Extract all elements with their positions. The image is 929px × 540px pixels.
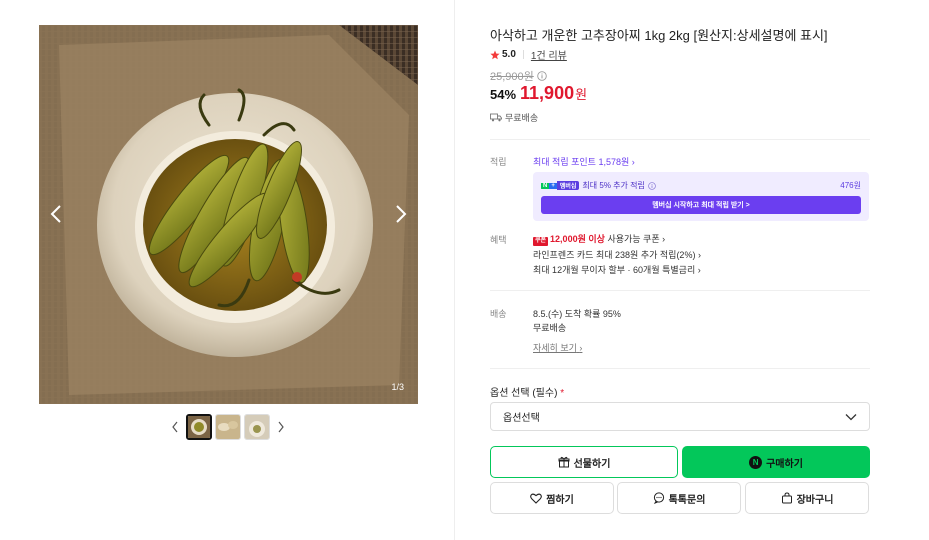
gift-button[interactable]: 선물하기 (490, 446, 678, 478)
heart-icon (530, 493, 543, 504)
required-mark: * (560, 388, 565, 399)
buy-button-label: 구매하기 (766, 458, 803, 470)
membership-amount: 476원 (840, 181, 861, 190)
chevron-right-icon: › (697, 265, 701, 275)
delivery-label: 배송 (490, 309, 507, 319)
delivery-detail-text: 자세히 보기 (533, 343, 577, 353)
original-price-row: 25,900원 (490, 68, 547, 84)
original-price: 25,900원 (490, 71, 534, 83)
thumbnail-3[interactable] (244, 414, 270, 440)
discount-rate: 54% (490, 87, 517, 102)
membership-start-button[interactable]: 멤버십 시작하고 최대 적립 받기 > (541, 196, 861, 214)
max-points-text: 최대 적립 포인트 1,578원 (533, 157, 630, 167)
card-benefit-text: 라인프렌즈 카드 최대 238원 추가 적립(2%) (533, 250, 696, 260)
sale-price: 11,900 (520, 83, 575, 103)
membership-box: N + 멤버십 최대 5% 추가 적립 476원 멤버십 시작하고 최대 적립 … (533, 172, 869, 221)
chat-icon (653, 492, 664, 504)
membership-extra-text: 최대 5% 추가 적립 (582, 181, 645, 190)
section-divider (490, 290, 870, 291)
buy-button[interactable]: N 구매하기 (682, 446, 870, 478)
chevron-right-icon: › (662, 234, 666, 244)
npay-plus-mark: + (549, 182, 557, 189)
info-icon[interactable] (648, 181, 656, 190)
section-divider (490, 139, 870, 140)
star-icon (490, 50, 500, 59)
gallery-next-button[interactable] (388, 201, 414, 227)
coupon-row[interactable]: 쿠폰 12,000원 이상 사용가능 쿠폰 › (533, 232, 665, 246)
review-link[interactable]: 1건 리뷰 (531, 47, 567, 62)
chevron-right-icon: › (579, 343, 583, 353)
chevron-right-icon (396, 205, 407, 223)
max-points-link[interactable]: 최대 적립 포인트 1,578원 › (533, 155, 635, 168)
installment-row[interactable]: 최대 12개월 무이자 할부 · 60개월 특별금리 › (533, 263, 701, 276)
info-icon[interactable] (537, 71, 547, 81)
npay-n-mark: N (541, 182, 550, 189)
product-photo (39, 25, 418, 404)
npay-membership-mark: 멤버십 (556, 181, 580, 190)
points-label: 적립 (490, 157, 507, 167)
chevron-right-icon: › (631, 157, 635, 167)
thumbnail-strip (167, 414, 289, 440)
chevron-down-icon (845, 413, 857, 420)
coupon-tag: 쿠폰 (533, 237, 549, 246)
npay-icon: N (749, 455, 763, 469)
membership-extra-row: N + 멤버십 최대 5% 추가 적립 (541, 180, 656, 191)
cart-button-label: 장바구니 (796, 494, 834, 506)
option-label: 옵션 선택 (필수) * (490, 384, 564, 399)
coupon-rest: 사용가능 쿠폰 (607, 234, 660, 244)
coupon-amount: 12,000원 이상 (550, 234, 605, 244)
section-divider (490, 368, 870, 369)
chevron-right-icon (278, 421, 284, 433)
option-select-value: 옵션선택 (503, 413, 540, 424)
option-select[interactable]: 옵션선택 (490, 402, 870, 431)
thumb-next-button[interactable] (273, 414, 289, 440)
talktalk-button[interactable]: 톡톡문의 (617, 482, 741, 514)
divider (522, 50, 524, 59)
delivery-arrival: 8.5.(수) 도착 확률 95% (533, 309, 621, 319)
talktalk-button-label: 톡톡문의 (668, 494, 706, 506)
chevron-left-icon (172, 421, 178, 433)
zzim-button[interactable]: 찜하기 (490, 482, 614, 514)
rating-row: 5.0 1건 리뷰 (490, 47, 567, 62)
shipping-badge: 무료배송 (490, 111, 538, 124)
shipping-badge-text: 무료배송 (505, 113, 539, 123)
cart-button[interactable]: 장바구니 (745, 482, 869, 514)
gallery-prev-button[interactable] (43, 201, 69, 227)
chevron-left-icon (50, 205, 61, 223)
thumb-prev-button[interactable] (167, 414, 183, 440)
product-title: 아삭하고 개운한 고추장아찌 1kg 2kg [원산지:상세설명에 표시] (490, 28, 828, 43)
sale-price-row: 54% 11,900 원 (490, 83, 587, 104)
delivery-free: 무료배송 (533, 323, 567, 333)
installment-text: 최대 12개월 무이자 할부 · 60개월 특별금리 (533, 265, 696, 275)
column-divider (454, 0, 455, 540)
option-label-text: 옵션 선택 (필수) (490, 388, 558, 399)
npay-membership-badge: N + 멤버십 (541, 181, 580, 190)
product-image-gallery[interactable]: 1/3 (39, 25, 418, 404)
delivery-detail-link[interactable]: 자세히 보기 › (533, 341, 582, 354)
chevron-right-icon: › (697, 250, 701, 260)
thumbnail-2[interactable] (215, 414, 241, 440)
shopping-bag-icon (781, 492, 792, 504)
gift-button-label: 선물하기 (573, 458, 611, 470)
currency-unit: 원 (575, 87, 588, 102)
gallery-counter: 1/3 (391, 382, 404, 392)
zzim-button-label: 찜하기 (546, 494, 574, 506)
gift-icon (558, 456, 570, 468)
rating-score: 5.0 (502, 49, 516, 60)
thumbnail-1[interactable] (186, 414, 212, 440)
benefits-label: 혜택 (490, 235, 507, 245)
card-benefit-row[interactable]: 라인프렌즈 카드 최대 238원 추가 적립(2%) › (533, 248, 701, 261)
truck-icon (490, 113, 502, 122)
